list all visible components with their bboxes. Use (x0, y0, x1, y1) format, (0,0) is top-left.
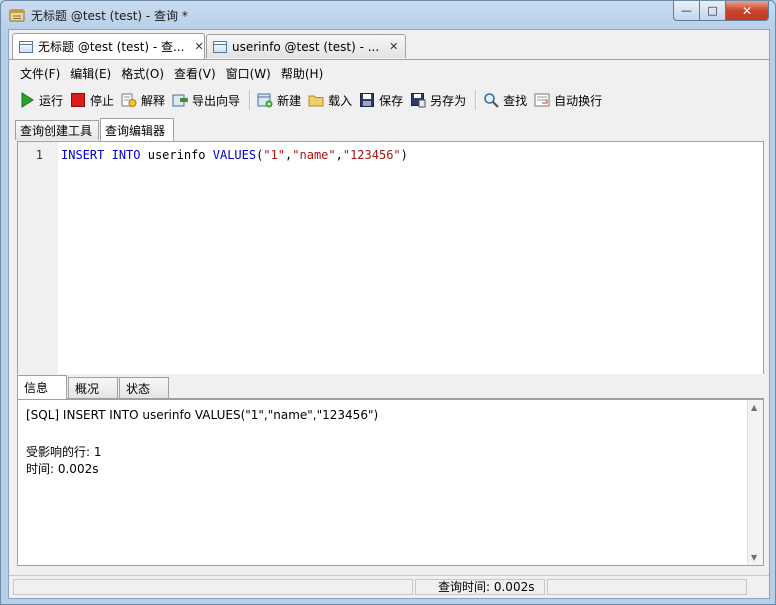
editor-mode-tabs: 查询创建工具 查询编辑器 (15, 118, 769, 141)
new-query-icon (257, 93, 273, 108)
run-button[interactable]: 运行 (17, 89, 68, 111)
doc-tab-label: 无标题 @test (test) - 查... (38, 40, 185, 54)
load-button[interactable]: 载入 (306, 89, 357, 111)
result-affected-rows: 受影响的行: 1 (26, 445, 102, 459)
minimize-button[interactable]: — (673, 1, 700, 21)
tab-profile[interactable]: 概况 (68, 377, 118, 398)
tab-message[interactable]: 信息 (17, 375, 67, 399)
word-wrap-button[interactable]: 自动换行 (532, 89, 607, 111)
save-label: 保存 (379, 93, 404, 108)
save-icon (360, 93, 375, 107)
doc-tab-query[interactable]: 无标题 @test (test) - 查... ✕ (12, 33, 205, 59)
maximize-button[interactable]: □ (700, 1, 726, 21)
save-as-button[interactable]: 另存为 (408, 89, 471, 111)
export-wizard-label: 导出向导 (192, 93, 241, 108)
menu-file[interactable]: 文件(F) (15, 63, 65, 84)
line-number: 1 (35, 148, 43, 162)
export-wizard-button[interactable]: 导出向导 (170, 89, 245, 111)
status-query-time: 查询时间: 0.002s (415, 579, 545, 595)
status-bar: 查询时间: 0.002s (9, 575, 769, 598)
play-icon (21, 92, 34, 108)
app-window: 无标题 @test (test) - 查询 * — □ ✕ 无标题 @test … (0, 0, 776, 605)
line-gutter: 1 (18, 142, 58, 374)
sql-text: ) (400, 148, 408, 162)
scroll-up-icon[interactable]: ▲ (751, 403, 757, 412)
menu-format[interactable]: 格式(O) (116, 63, 169, 84)
title-bar[interactable]: 无标题 @test (test) - 查询 * — □ ✕ (1, 1, 775, 29)
result-sql-line: [SQL] INSERT INTO userinfo VALUES("1","n… (26, 408, 379, 422)
client-area: 无标题 @test (test) - 查... ✕ userinfo @test… (8, 29, 770, 599)
status-cell-empty (13, 579, 413, 595)
doc-tab-label: userinfo @test (test) - ... (232, 39, 380, 54)
sql-string: "123456" (342, 148, 401, 162)
word-wrap-label: 自动换行 (554, 93, 603, 108)
stop-button[interactable]: 停止 (68, 89, 119, 111)
menu-bar: 文件(F) 编辑(E) 格式(O) 查看(V) 窗口(W) 帮助(H) (9, 62, 769, 84)
search-icon (484, 93, 499, 108)
menu-edit[interactable]: 编辑(E) (65, 63, 116, 84)
save-button[interactable]: 保存 (357, 89, 408, 111)
result-tabs: 信息 概况 状态 (17, 374, 764, 399)
document-tabs: 无标题 @test (test) - 查... ✕ userinfo @test… (9, 30, 769, 60)
sql-editor[interactable]: 1 INSERT INTO userinfo VALUES("1","name"… (17, 141, 764, 375)
menu-window[interactable]: 窗口(W) (221, 63, 276, 84)
word-wrap-icon (534, 93, 550, 107)
doc-tab-userinfo[interactable]: userinfo @test (test) - ... ✕ (206, 34, 406, 58)
sql-keyword: INSERT (61, 148, 105, 162)
code-line[interactable]: INSERT INTO userinfo VALUES("1","name","… (61, 148, 408, 162)
table-icon (213, 40, 227, 53)
sql-keyword: VALUES (212, 148, 257, 162)
folder-icon (308, 95, 324, 107)
stop-icon (71, 93, 86, 107)
save-as-label: 另存为 (430, 93, 467, 108)
tab-query-editor[interactable]: 查询编辑器 (100, 118, 174, 141)
menu-view[interactable]: 查看(V) (169, 63, 221, 84)
explain-button[interactable]: 解释 (119, 89, 170, 111)
tab-close-icon[interactable]: ✕ (389, 40, 398, 53)
tab-close-icon[interactable]: ✕ (195, 40, 204, 53)
close-button[interactable]: ✕ (726, 1, 769, 21)
toolbar: 运行 停止 解释 导出向导 新建 载入 保存 另存为 查找 自动换行 (9, 87, 769, 113)
tab-query-builder[interactable]: 查询创建工具 (15, 120, 99, 140)
message-panel: [SQL] INSERT INTO userinfo VALUES("1","n… (17, 399, 764, 566)
sql-text: , (335, 148, 343, 162)
tab-status[interactable]: 状态 (119, 377, 169, 398)
vertical-scrollbar[interactable]: ▲ ▼ (747, 400, 763, 565)
status-cell-empty (547, 579, 747, 595)
stop-label: 停止 (90, 93, 115, 108)
explain-label: 解释 (141, 93, 166, 108)
load-label: 载入 (328, 93, 353, 108)
export-icon (172, 94, 189, 107)
sql-string: "1" (263, 148, 286, 162)
app-database-icon (9, 9, 25, 22)
menu-help[interactable]: 帮助(H) (276, 63, 328, 84)
explain-icon (121, 93, 137, 107)
sql-string: "name" (292, 148, 336, 162)
find-label: 查找 (503, 93, 528, 108)
toolbar-separator (249, 90, 252, 110)
save-as-icon (411, 93, 426, 108)
new-button[interactable]: 新建 (255, 89, 306, 111)
result-time: 时间: 0.002s (26, 462, 99, 476)
toolbar-separator (475, 90, 478, 110)
scroll-down-icon[interactable]: ▼ (751, 553, 757, 562)
sql-keyword: INTO (111, 148, 141, 162)
sql-text: userinfo (140, 148, 213, 162)
new-label: 新建 (277, 93, 302, 108)
find-button[interactable]: 查找 (481, 89, 532, 111)
run-label: 运行 (39, 93, 64, 108)
table-icon (19, 40, 33, 53)
window-title: 无标题 @test (test) - 查询 * (31, 9, 188, 23)
